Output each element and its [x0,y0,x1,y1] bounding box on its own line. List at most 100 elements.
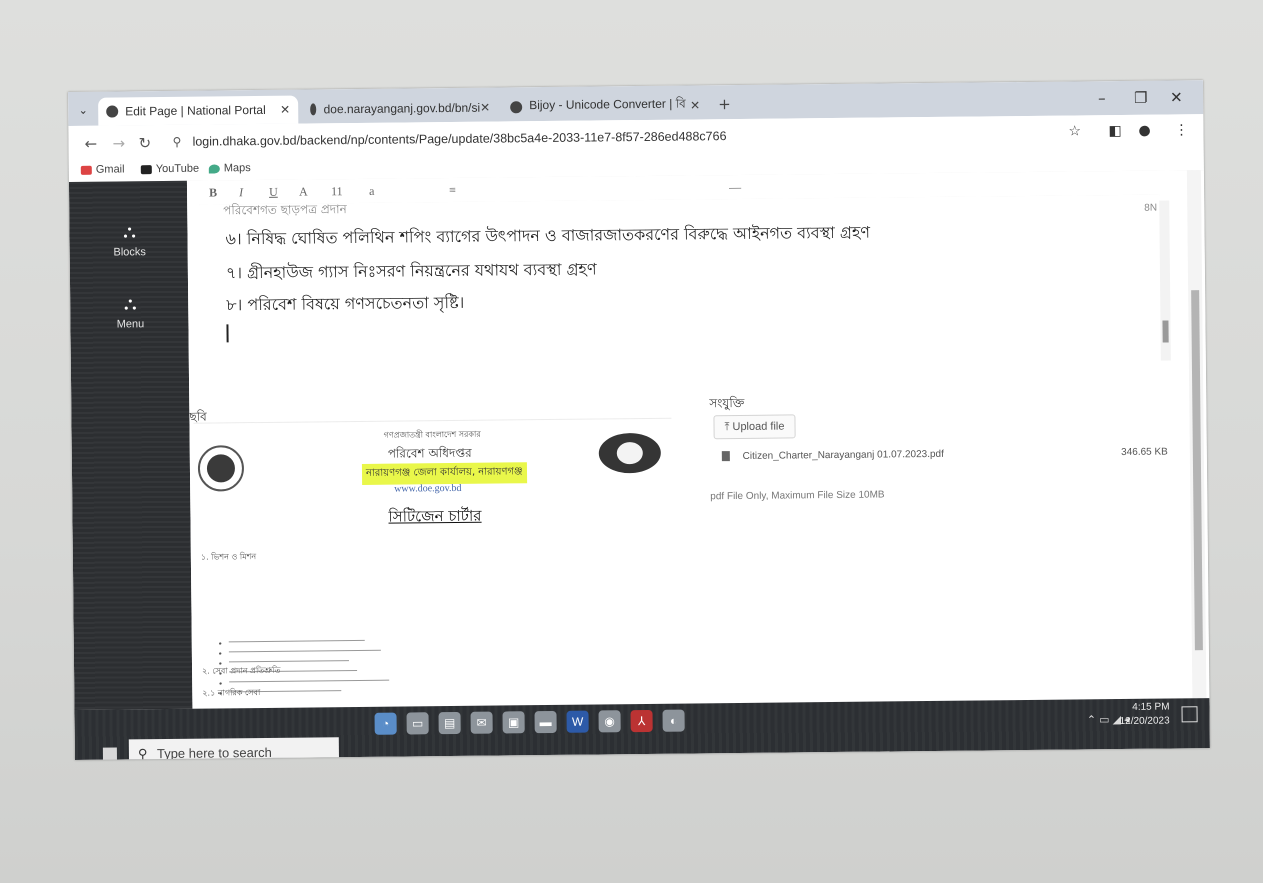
upload-icon: ⤒ [724,421,733,434]
file-name: Citizen_Charter_Narayanganj 01.07.2023.p… [742,448,944,462]
doc-subsection-heading: ২.১ নাগরিক সেবা [202,688,261,698]
tab-title: doe.narayanganj.gov.bd/bn/si [323,100,481,117]
doc-title: সিটিজেন চার্টার [388,506,482,526]
tab-doe-narayanganj[interactable]: doe.narayanganj.gov.bd/bn/si ✕ [302,93,498,123]
search-placeholder: Type here to search [156,744,272,760]
maximize-icon[interactable]: ❐ [1134,89,1148,107]
editor-line: ৬। নিষিদ্ধ ঘোষিত পলিথিন শপিং ব্যাগের উৎপ… [225,222,871,249]
upload-label: Upload file [732,420,785,434]
windows-start-icon[interactable] [102,747,118,760]
portal-favicon-icon [106,105,119,118]
sidebar-item-blocks[interactable]: ⛬ Blocks [99,221,159,259]
close-icon[interactable]: ✕ [280,103,290,117]
file-icon [721,451,730,462]
gmail-icon [80,165,92,175]
taskbar-clock[interactable]: 4:15 PM 12/20/2023 [1119,700,1170,729]
bookmark-label: Gmail [95,163,125,176]
bookmark-youtube[interactable]: YouTube [140,162,200,176]
clock-time: 4:15 PM [1132,701,1170,713]
tab-search-chevron-icon[interactable]: ⌄ [74,102,92,120]
doc-bullet-list [218,629,419,691]
sidebar-item-label: Menu [116,318,145,331]
bangladesh-govt-seal-icon [197,445,245,492]
upload-file-button[interactable]: ⤒ Upload file [713,414,796,440]
site-info-icon[interactable]: ⚲ [172,131,181,153]
doc-office-highlighted: নারায়ণগঞ্জ জেলা কার্যালয়, নারায়ণগঞ্জ [361,462,527,485]
upload-hint: pdf File Only, Maximum File Size 10MB [710,489,885,503]
tab-title: Edit Page | National Portal [125,102,266,119]
editor-line: ৭। গ্রীনহাউজ গ্যাস নিঃসরণ নিয়ন্ত্রনের য… [225,259,597,283]
align-button[interactable]: ≡ [449,183,456,198]
word-icon[interactable]: W [566,710,589,733]
sitemap-icon: ⛬ [123,221,136,242]
editor-line: ৮। পরিবেশ বিষয়ে গণসচেতনতা সৃষ্টি। [226,292,465,315]
main-content: B I U A 11 a ≡ — পরিবেশগত ছাড়পত্র প্রদা… [186,170,1210,714]
sidebar-item-menu[interactable]: ⛬ Menu [100,293,160,331]
content-editor[interactable]: পরিবেশগত ছাড়পত্র প্রদান ৬। নিষিদ্ধ ঘোষি… [199,194,1171,375]
image-preview[interactable]: গণপ্রজাতন্ত্রী বাংলাদেশ সরকার পরিবেশ অধি… [193,417,675,714]
tab-title: Bijoy - Unicode Converter | বি [529,96,686,113]
address-bar[interactable]: ⚲ login.dhaka.gov.bd/backend/np/contents… [164,121,1073,153]
reload-icon[interactable]: ↻ [138,134,151,152]
maps-pin-icon [208,163,220,174]
tab-bijoy-converter[interactable]: Bijoy - Unicode Converter | বি ✕ [502,91,708,121]
close-icon[interactable]: ✕ [480,101,490,115]
scrollbar-thumb[interactable] [1162,320,1169,343]
clock-date: 12/20/2023 [1119,715,1170,728]
url-text: login.dhaka.gov.bd/backend/np/contents/P… [192,129,727,149]
mail-icon[interactable]: ✉ [470,711,493,734]
italic-button[interactable]: I [239,185,243,200]
underline-button[interactable]: U [269,185,278,200]
explorer-icon[interactable]: ▣ [502,711,525,734]
taskbar-search-input[interactable]: ⚲ Type here to search [128,737,340,760]
word-count: 8N [1144,202,1158,214]
site-favicon-icon [510,101,523,114]
doc-website: www.doe.gov.bd [394,482,462,495]
notification-icon[interactable] [1181,706,1198,723]
app-sidebar: ⛬ Blocks ⛬ Menu [68,180,193,710]
text-cursor [226,324,229,343]
acrobat-icon[interactable]: ⅄ [630,709,653,733]
attachment-field-label: সংযুক্তি [709,395,745,411]
profile-icon[interactable]: ● [1138,123,1150,139]
horizontal-rule-button[interactable]: — [729,180,741,195]
sidebar-item-label: Blocks [113,246,146,259]
new-tab-icon[interactable]: + [718,95,731,113]
bookmark-gmail[interactable]: Gmail [80,163,125,176]
editor-scrollbar[interactable] [1159,200,1171,361]
minimize-icon[interactable]: – [1098,89,1106,107]
screen: ⌄ Edit Page | National Portal ✕ doe.nara… [68,80,1210,760]
attached-file[interactable]: Citizen_Charter_Narayanganj 01.07.2023.p… [721,446,1182,462]
doc-header: গণপ্রজাতন্ত্রী বাংলাদেশ সরকার [383,429,481,440]
format-button[interactable]: a [369,184,374,199]
back-icon[interactable]: ← [84,135,97,153]
edge-icon[interactable]: ◔ [374,712,397,735]
bold-button[interactable]: B [209,185,217,200]
bookmark-label: Maps [223,162,251,175]
chrome-icon[interactable]: ◉ [598,710,621,733]
media-icon[interactable]: ◐ [662,709,685,732]
store-icon[interactable]: ▤ [438,711,461,735]
tab-edit-page[interactable]: Edit Page | National Portal ✕ [98,95,299,126]
menu-kebab-icon[interactable]: ⋮ [1174,122,1188,138]
close-icon[interactable]: ✕ [690,98,700,112]
folder-icon[interactable]: ▬ [534,710,557,734]
page-scrollbar[interactable] [1186,170,1207,699]
scrollbar-thumb[interactable] [1191,290,1203,651]
doe-logo-icon [598,432,662,474]
bookmark-maps[interactable]: Maps [208,162,251,175]
font-size-select[interactable]: 11 [331,184,343,199]
search-icon: ⚲ [137,746,148,760]
side-panel-icon[interactable]: ◧ [1108,123,1121,139]
bookmark-star-icon[interactable]: ☆ [1068,123,1081,139]
youtube-icon [140,164,152,174]
font-color-button[interactable]: A [299,184,308,199]
close-window-icon[interactable]: ✕ [1170,88,1183,106]
bookmark-label: YouTube [155,162,200,176]
forward-icon[interactable]: → [112,134,125,152]
taskbar-apps: ◔ ▭ ▤ ✉ ▣ ▬ W ◉ ⅄ ◐ [374,709,685,735]
editor-partial-line: পরিবেশগত ছাড়পত্র প্রদান [223,202,347,218]
site-favicon-icon [310,103,317,116]
doc-section-heading: ১. ভিশন ও মিশন [200,552,257,562]
task-view-icon[interactable]: ▭ [406,712,429,735]
